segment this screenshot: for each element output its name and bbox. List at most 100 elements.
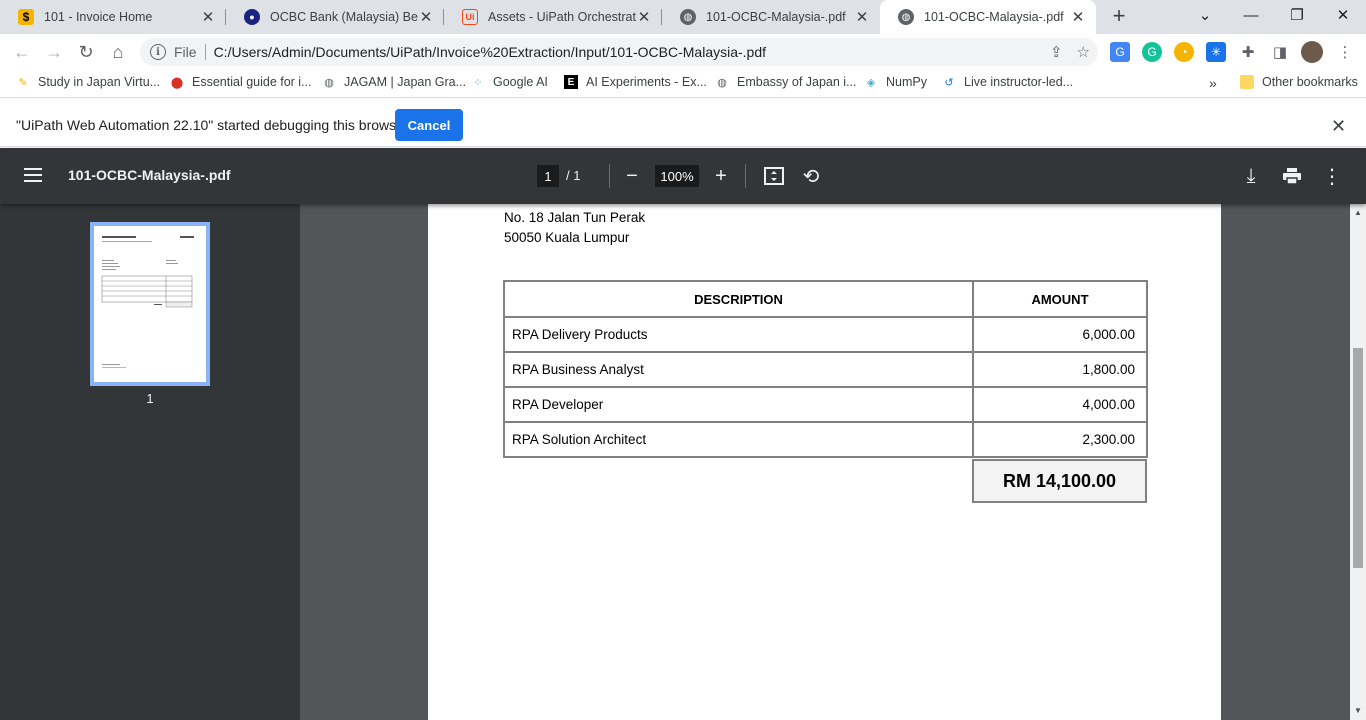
scroll-down-arrow-icon[interactable]: ▼ <box>1354 706 1362 715</box>
close-window-button[interactable]: ✕ <box>1320 0 1366 30</box>
bookmark-icon: ⬤ <box>170 76 184 89</box>
line-amount: 2,300.00 <box>972 421 1148 458</box>
tab-strip: $ 101 - Invoice Home ✕ ● OCBC Bank (Mala… <box>0 0 1366 34</box>
reload-button[interactable]: ↻ <box>73 39 99 65</box>
bookmark-label: Live instructor-led... <box>964 75 1074 89</box>
tab-title: Assets - UiPath Orchestrator <box>488 10 636 24</box>
tab-title: 101 - Invoice Home <box>44 10 153 24</box>
zoom-input[interactable]: 100% <box>655 165 699 187</box>
side-panel-icon[interactable]: ◨ <box>1270 42 1290 62</box>
bookmark-item[interactable]: ◈ NumPy <box>864 75 927 89</box>
rotate-icon[interactable]: ⟲ <box>799 164 823 188</box>
table-row: RPA Solution Architect 2,300.00 <box>503 421 1148 458</box>
zoom-in-icon[interactable]: + <box>709 164 733 188</box>
line-description: RPA Solution Architect <box>503 421 974 458</box>
address-bar[interactable]: i File C:/Users/Admin/Documents/UiPath/I… <box>140 38 1098 66</box>
pdf-toolbar: 101-OCBC-Malaysia-.pdf 1 / 1 − 100% + ⟲ … <box>0 148 1366 204</box>
ocbc-icon: ● <box>244 9 260 25</box>
line-description: RPA Delivery Products <box>503 316 974 353</box>
share-icon[interactable]: ⇪ <box>1050 43 1063 61</box>
bookmark-label: Google AI <box>493 75 548 89</box>
tab-title: OCBC Bank (Malaysia) Berhad <box>270 10 418 24</box>
tab-invoice-home[interactable]: $ 101 - Invoice Home ✕ <box>0 0 226 34</box>
more-options-icon[interactable]: ⋮ <box>1320 164 1344 188</box>
tab-pdf-active[interactable]: ◍ 101-OCBC-Malaysia-.pdf ✕ <box>880 0 1096 34</box>
close-icon[interactable]: ✕ <box>200 8 216 26</box>
dollar-icon: $ <box>18 9 34 25</box>
tab-uipath-orchestrator[interactable]: Ui Assets - UiPath Orchestrator ✕ <box>444 0 662 34</box>
translate-extension-icon[interactable]: G <box>1110 42 1130 62</box>
download-icon[interactable]: ⤓ <box>1239 164 1263 188</box>
page-number-input[interactable]: 1 <box>537 165 559 187</box>
tab-ocbc-bank[interactable]: ● OCBC Bank (Malaysia) Berhad ✕ <box>226 0 444 34</box>
thumbnail-sidebar: 1 <box>0 204 300 720</box>
fit-page-icon[interactable] <box>762 164 786 188</box>
bookmark-item[interactable]: ◍ JAGAM | Japan Gra... <box>322 75 466 89</box>
line-description: RPA Business Analyst <box>503 351 974 388</box>
back-button[interactable]: ← <box>9 39 35 65</box>
more-bookmarks-chevron[interactable]: » <box>1209 75 1217 91</box>
profile-avatar[interactable] <box>1301 41 1323 63</box>
scroll-thumb[interactable] <box>1353 348 1363 568</box>
new-tab-button[interactable]: + <box>1108 5 1130 27</box>
close-icon[interactable]: ✕ <box>1331 116 1346 137</box>
table-row: RPA Developer 4,000.00 <box>503 386 1148 423</box>
debug-infobar: "UiPath Web Automation 22.10" started de… <box>0 103 1366 147</box>
page-thumbnail[interactable] <box>90 222 210 386</box>
tab-pdf-1[interactable]: ◍ 101-OCBC-Malaysia-.pdf ✕ <box>662 0 880 34</box>
url-text[interactable]: C:/Users/Admin/Documents/UiPath/Invoice%… <box>214 44 766 60</box>
tab-title: 101-OCBC-Malaysia-.pdf <box>706 10 846 24</box>
bookmark-item[interactable]: ⬤ Essential guide for i... <box>170 75 312 89</box>
snowflake-extension-icon[interactable]: ✳ <box>1206 42 1226 62</box>
close-icon[interactable]: ✕ <box>418 8 434 26</box>
menu-icon[interactable] <box>24 168 42 182</box>
experiments-icon: E <box>564 75 578 89</box>
close-icon[interactable]: ✕ <box>1070 8 1086 26</box>
uipath-icon: Ui <box>462 9 478 25</box>
pdf-title: 101-OCBC-Malaysia-.pdf <box>68 167 231 183</box>
other-bookmarks-folder[interactable]: Other bookmarks <box>1240 75 1358 89</box>
address-line-1: No. 18 Jalan Tun Perak <box>504 210 646 225</box>
page-total: / 1 <box>566 168 581 183</box>
bookmark-item[interactable]: ✎ Study in Japan Virtu... <box>16 75 160 89</box>
line-amount: 1,800.00 <box>972 351 1148 388</box>
debug-message: "UiPath Web Automation 22.10" started de… <box>16 117 409 133</box>
tab-search-chevron-icon[interactable]: ⌄ <box>1182 0 1228 30</box>
cancel-button[interactable]: Cancel <box>395 109 463 141</box>
pdf-viewer: No. 18 Jalan Tun Perak 50050 Kuala Lumpu… <box>300 204 1366 720</box>
restore-button[interactable]: ❐ <box>1274 0 1320 30</box>
globe-icon: ◍ <box>898 9 914 25</box>
bookmark-item[interactable]: ↺ Live instructor-led... <box>942 75 1073 89</box>
home-button[interactable]: ⌂ <box>105 39 131 65</box>
zoom-out-icon[interactable]: − <box>620 164 644 188</box>
print-icon[interactable] <box>1280 164 1304 188</box>
close-icon[interactable]: ✕ <box>636 8 652 26</box>
puzzle-extensions-icon[interactable]: ✚ <box>1238 42 1258 62</box>
scroll-up-arrow-icon[interactable]: ▲ <box>1354 208 1362 217</box>
close-icon[interactable]: ✕ <box>854 8 870 26</box>
table-row: RPA Delivery Products 6,000.00 <box>503 316 1148 353</box>
forward-button[interactable]: → <box>41 39 67 65</box>
globe-icon: ◍ <box>324 76 334 89</box>
total-value: RM 14,100.00 <box>972 459 1147 503</box>
bookmark-item[interactable]: ◍ Embassy of Japan i... <box>715 75 857 89</box>
minimize-button[interactable]: — <box>1228 0 1274 30</box>
bookmark-label: NumPy <box>886 75 927 89</box>
info-icon[interactable]: i <box>150 44 166 60</box>
bookmark-item[interactable]: E AI Experiments - Ex... <box>564 75 707 89</box>
browser-toolbar: ← → ↻ ⌂ i File C:/Users/Admin/Documents/… <box>0 34 1366 70</box>
live-icon: ↺ <box>944 76 954 89</box>
bookmarks-bar: ✎ Study in Japan Virtu... ⬤ Essential guid… <box>0 70 1366 98</box>
star-icon[interactable]: ☆ <box>1077 43 1090 61</box>
bookmark-label: Embassy of Japan i... <box>737 75 857 89</box>
bookmark-label: Other bookmarks <box>1262 75 1358 89</box>
grammarly-extension-icon[interactable]: G <box>1142 42 1162 62</box>
bookmark-label: JAGAM | Japan Gra... <box>344 75 467 89</box>
globe-icon: ◍ <box>717 76 727 89</box>
browser-menu-icon[interactable]: ⋮ <box>1335 42 1355 62</box>
speed-extension-icon[interactable]: ◔ <box>1174 42 1194 62</box>
viewer-scrollbar[interactable]: ▲ ▼ <box>1350 204 1366 720</box>
bookmark-item[interactable]: ⁘ Google AI <box>471 75 548 89</box>
numpy-icon: ◈ <box>866 76 876 89</box>
invoice-table: DESCRIPTION AMOUNT RPA Delivery Products… <box>503 280 1148 458</box>
